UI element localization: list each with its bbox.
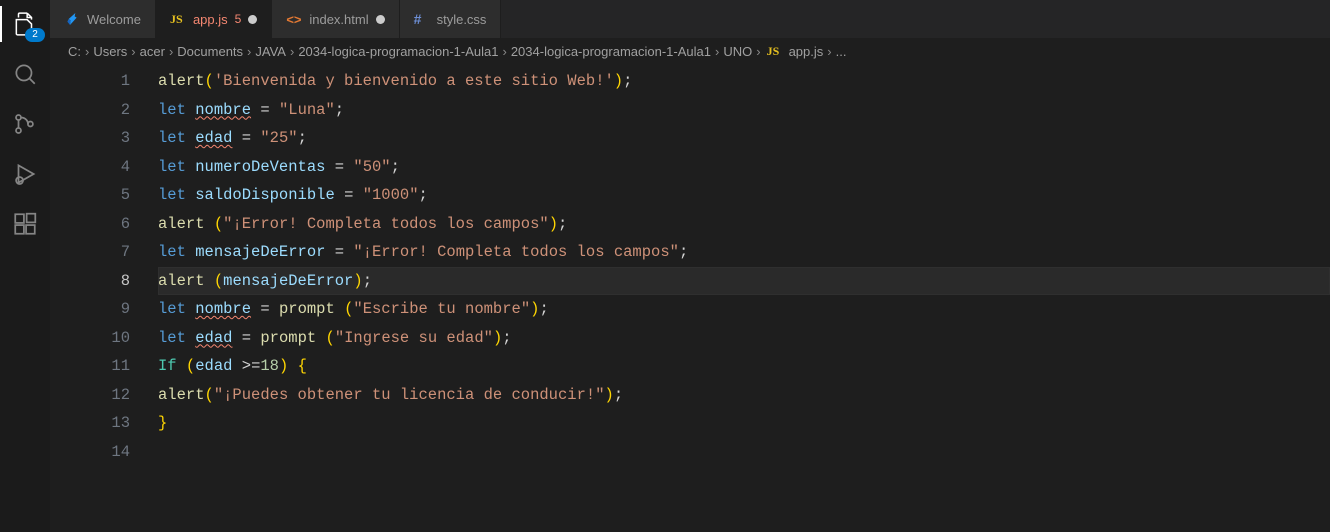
code-line[interactable]: alert ("¡Error! Completa todos los campo… xyxy=(158,210,1330,239)
file-icon xyxy=(64,11,80,27)
line-number: 7 xyxy=(50,238,130,267)
tab-index-html[interactable]: <> index.html xyxy=(272,0,399,38)
explorer-badge: 2 xyxy=(25,28,45,42)
chevron-right-icon: › xyxy=(131,44,135,59)
breadcrumb-segment[interactable]: 2034-logica-programacion-1-Aula1 xyxy=(511,44,711,59)
code-line[interactable]: alert (mensajeDeError); xyxy=(158,267,1330,296)
line-number: 8 xyxy=(50,267,130,296)
line-number-gutter: 1234567891011121314 xyxy=(50,65,158,532)
activity-bar: 2 xyxy=(0,0,50,532)
line-number: 13 xyxy=(50,409,130,438)
breadcrumb-segment[interactable]: acer xyxy=(140,44,165,59)
chevron-right-icon: › xyxy=(169,44,173,59)
extensions-icon[interactable] xyxy=(11,210,39,238)
breadcrumb-ellipsis[interactable]: ... xyxy=(836,44,847,59)
code-line[interactable]: } xyxy=(158,409,1330,438)
line-number: 9 xyxy=(50,295,130,324)
code-editor[interactable]: 1234567891011121314 alert('Bienvenida y … xyxy=(50,65,1330,532)
tab-bar: Welcome JS app.js 5 <> index.html # style.css xyxy=(50,0,1330,38)
line-number: 1 xyxy=(50,67,130,96)
breadcrumb-segment[interactable]: C: xyxy=(68,44,81,59)
file-icon: JS xyxy=(170,11,186,28)
code-line[interactable]: let numeroDeVentas = "50"; xyxy=(158,153,1330,182)
code-line[interactable]: let nombre = prompt ("Escribe tu nombre"… xyxy=(158,295,1330,324)
line-number: 2 xyxy=(50,96,130,125)
line-number: 12 xyxy=(50,381,130,410)
breadcrumb-segment[interactable]: Documents xyxy=(177,44,243,59)
chevron-right-icon: › xyxy=(502,44,506,59)
file-icon: <> xyxy=(286,11,302,27)
breadcrumb-segment[interactable]: 2034-logica-programacion-1-Aula1 xyxy=(298,44,498,59)
line-number: 11 xyxy=(50,352,130,381)
dirty-indicator-icon xyxy=(248,15,257,24)
line-number: 3 xyxy=(50,124,130,153)
chevron-right-icon: › xyxy=(290,44,294,59)
code-line[interactable] xyxy=(158,438,1330,467)
chevron-right-icon: › xyxy=(756,44,760,59)
tab-style-css[interactable]: # style.css xyxy=(400,0,502,38)
problems-count: 5 xyxy=(235,12,242,26)
chevron-right-icon: › xyxy=(827,44,831,59)
line-number: 5 xyxy=(50,181,130,210)
line-number: 14 xyxy=(50,438,130,467)
explorer-icon[interactable]: 2 xyxy=(11,10,39,38)
code-line[interactable]: let edad = prompt ("Ingrese su edad"); xyxy=(158,324,1330,353)
line-number: 4 xyxy=(50,153,130,182)
code-line[interactable]: let edad = "25"; xyxy=(158,124,1330,153)
tab-app-js[interactable]: JS app.js 5 xyxy=(156,0,272,38)
code-line[interactable]: let nombre = "Luna"; xyxy=(158,96,1330,125)
tab-welcome[interactable]: Welcome xyxy=(50,0,156,38)
editor-group: Welcome JS app.js 5 <> index.html # style.css C… xyxy=(50,0,1330,532)
code-line[interactable]: If (edad >=18) { xyxy=(158,352,1330,381)
chevron-right-icon: › xyxy=(715,44,719,59)
chevron-right-icon: › xyxy=(247,44,251,59)
window: 2 Welcome JS app.js 5 <> index.html # style.css… xyxy=(0,0,1330,532)
search-icon[interactable] xyxy=(11,60,39,88)
code-line[interactable]: alert('Bienvenida y bienvenido a este si… xyxy=(158,67,1330,96)
code-line[interactable]: let saldoDisponible = "1000"; xyxy=(158,181,1330,210)
file-icon: # xyxy=(414,11,430,27)
breadcrumb-segment[interactable]: UNO xyxy=(723,44,752,59)
dirty-indicator-icon xyxy=(376,15,385,24)
tab-label: app.js xyxy=(193,12,228,27)
tab-label: style.css xyxy=(437,12,487,27)
breadcrumb-segment[interactable]: Users xyxy=(93,44,127,59)
code-line[interactable]: alert("¡Puedes obtener tu licencia de co… xyxy=(158,381,1330,410)
source-control-icon[interactable] xyxy=(11,110,39,138)
breadcrumb[interactable]: C: › Users › acer › Documents › JAVA › 2034-logica… xyxy=(50,38,1330,65)
breadcrumb-file[interactable]: app.js xyxy=(789,44,824,59)
breadcrumb-segment[interactable]: JAVA xyxy=(255,44,286,59)
chevron-right-icon: › xyxy=(85,44,89,59)
code-line[interactable]: let mensajeDeError = "¡Error! Completa t… xyxy=(158,238,1330,267)
file-icon: JS xyxy=(767,43,783,60)
line-number: 10 xyxy=(50,324,130,353)
line-number: 6 xyxy=(50,210,130,239)
code-area[interactable]: alert('Bienvenida y bienvenido a este si… xyxy=(158,65,1330,532)
tab-label: index.html xyxy=(309,12,368,27)
run-debug-icon[interactable] xyxy=(11,160,39,188)
tab-label: Welcome xyxy=(87,12,141,27)
